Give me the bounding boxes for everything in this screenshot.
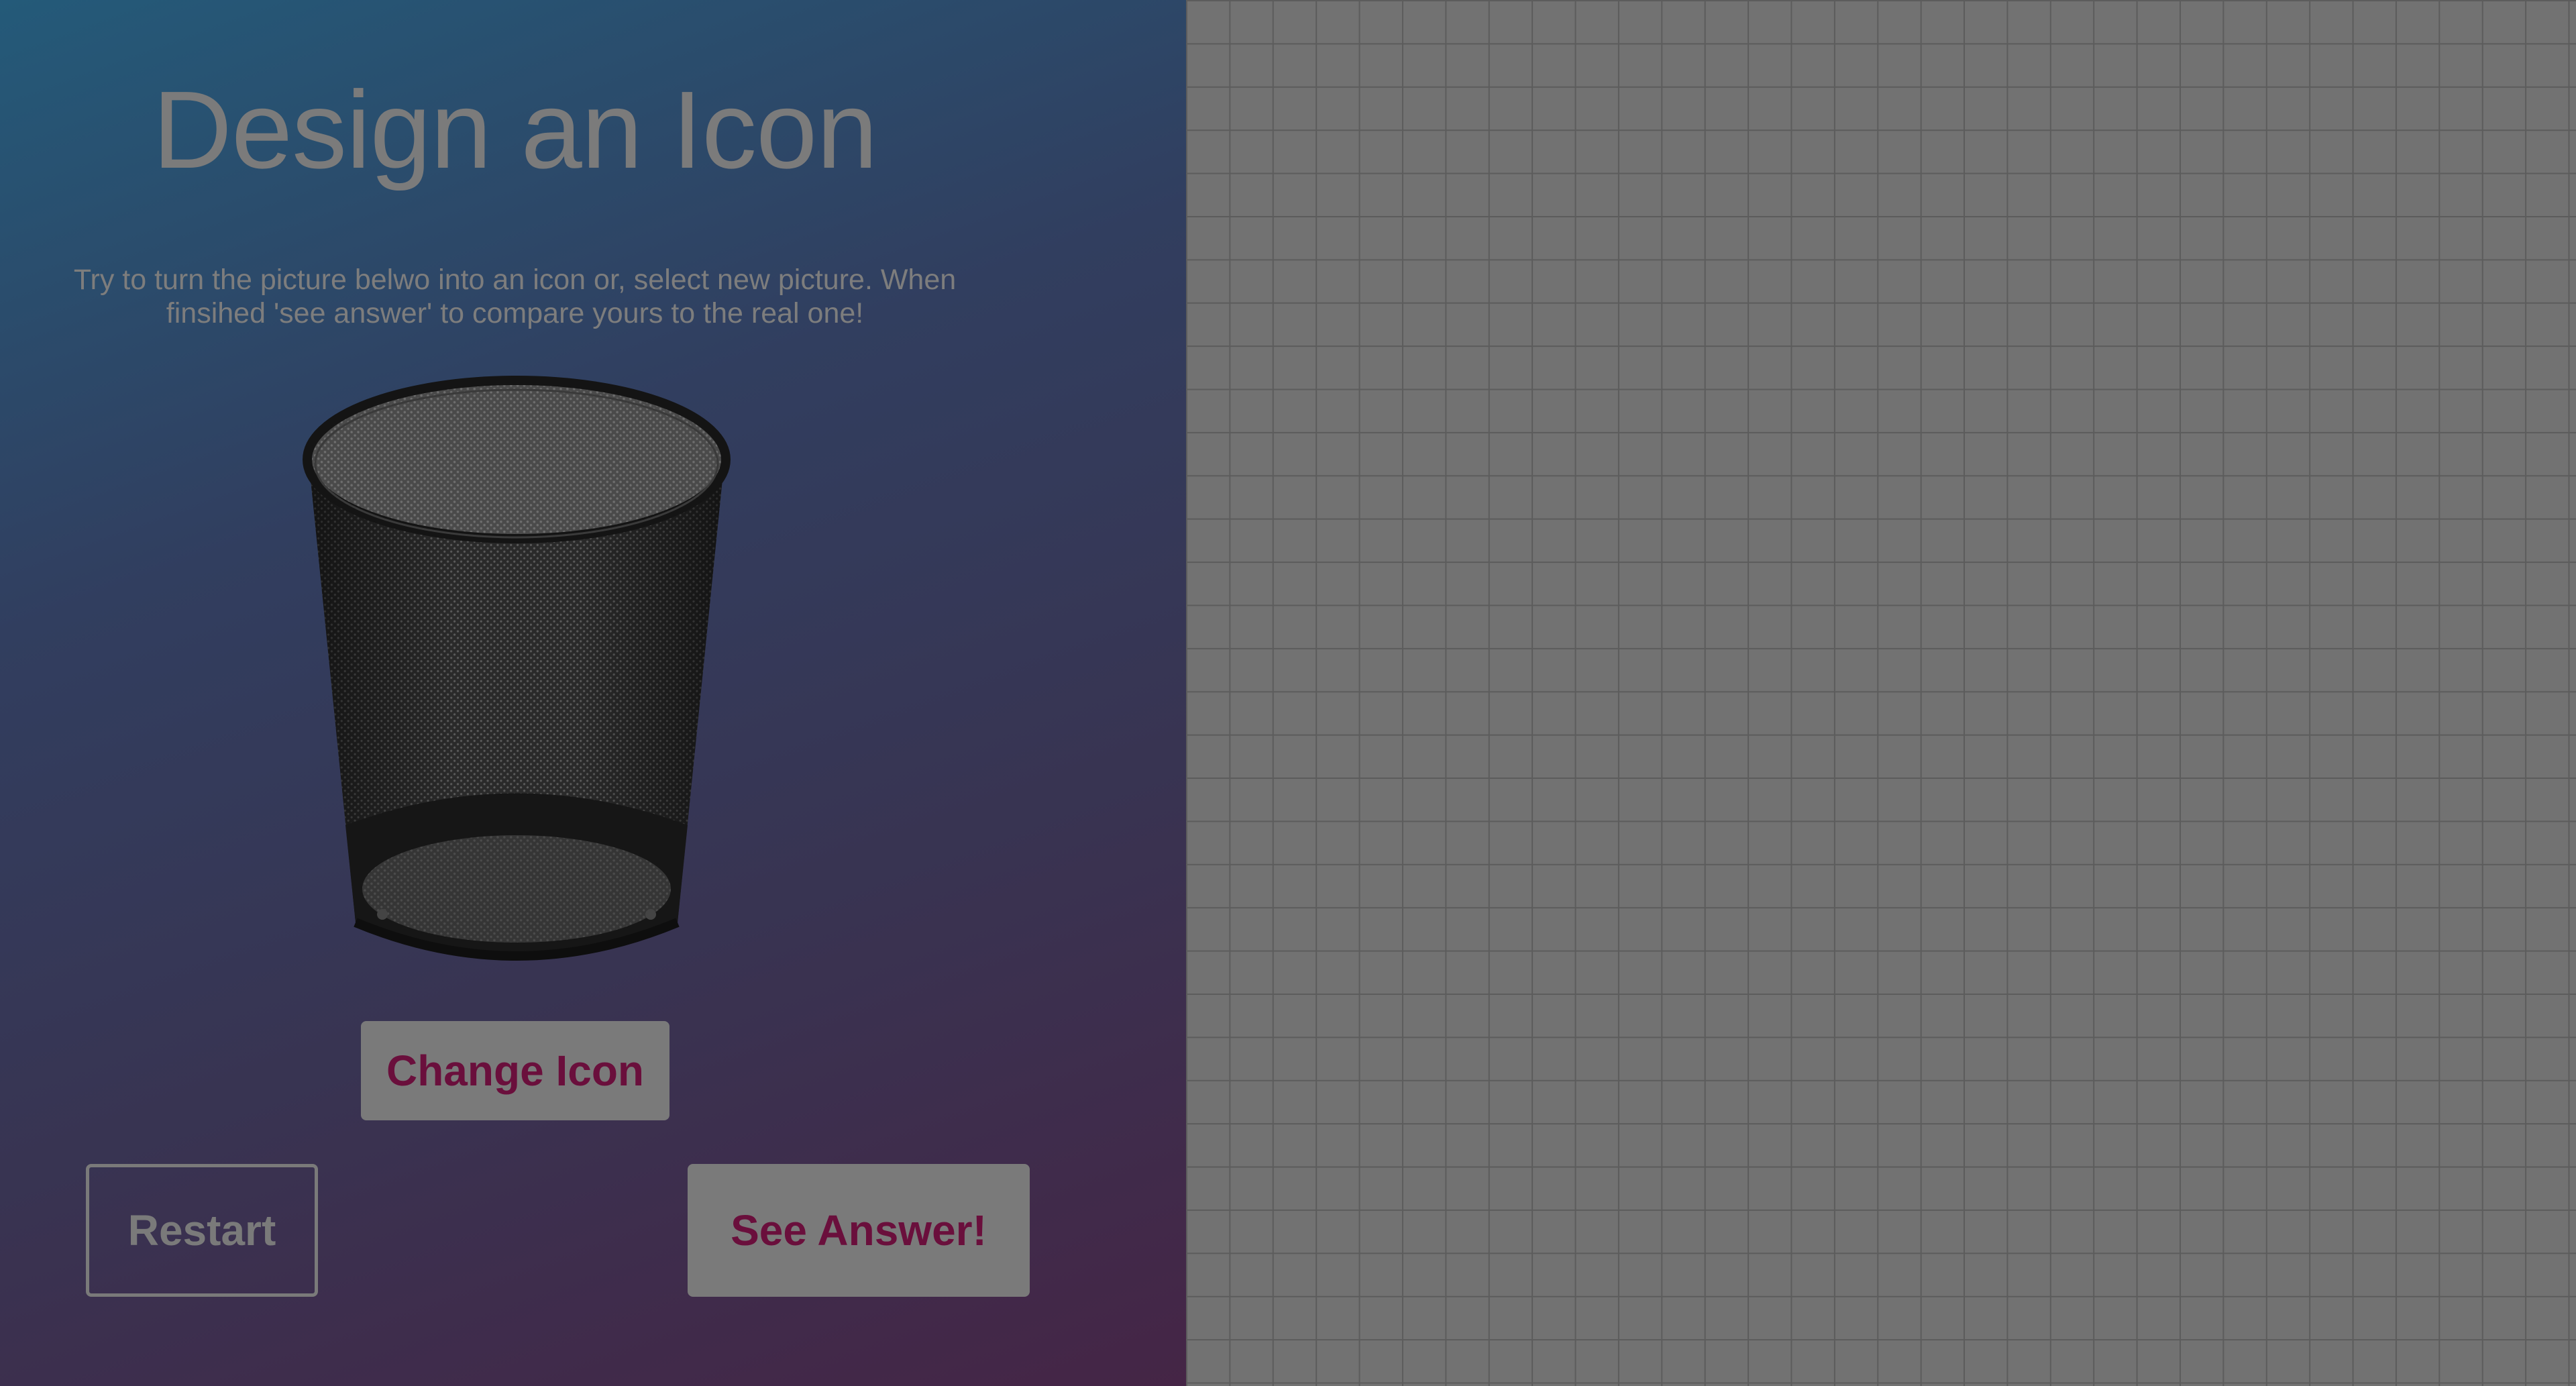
left-panel: Design an Icon Try to turn the picture b… <box>0 0 1186 1386</box>
instructions-text: Try to turn the picture belwo into an ic… <box>73 264 957 329</box>
see-answer-button[interactable]: See Answer! <box>688 1164 1030 1297</box>
app-root: Design an Icon Try to turn the picture b… <box>0 0 2576 1386</box>
wastebasket-image <box>295 372 738 983</box>
change-icon-button[interactable]: Change Icon <box>361 1021 669 1120</box>
restart-button[interactable]: Restart <box>86 1164 318 1297</box>
page-title: Design an Icon <box>152 68 877 191</box>
drawing-grid-canvas[interactable] <box>1186 0 2576 1386</box>
